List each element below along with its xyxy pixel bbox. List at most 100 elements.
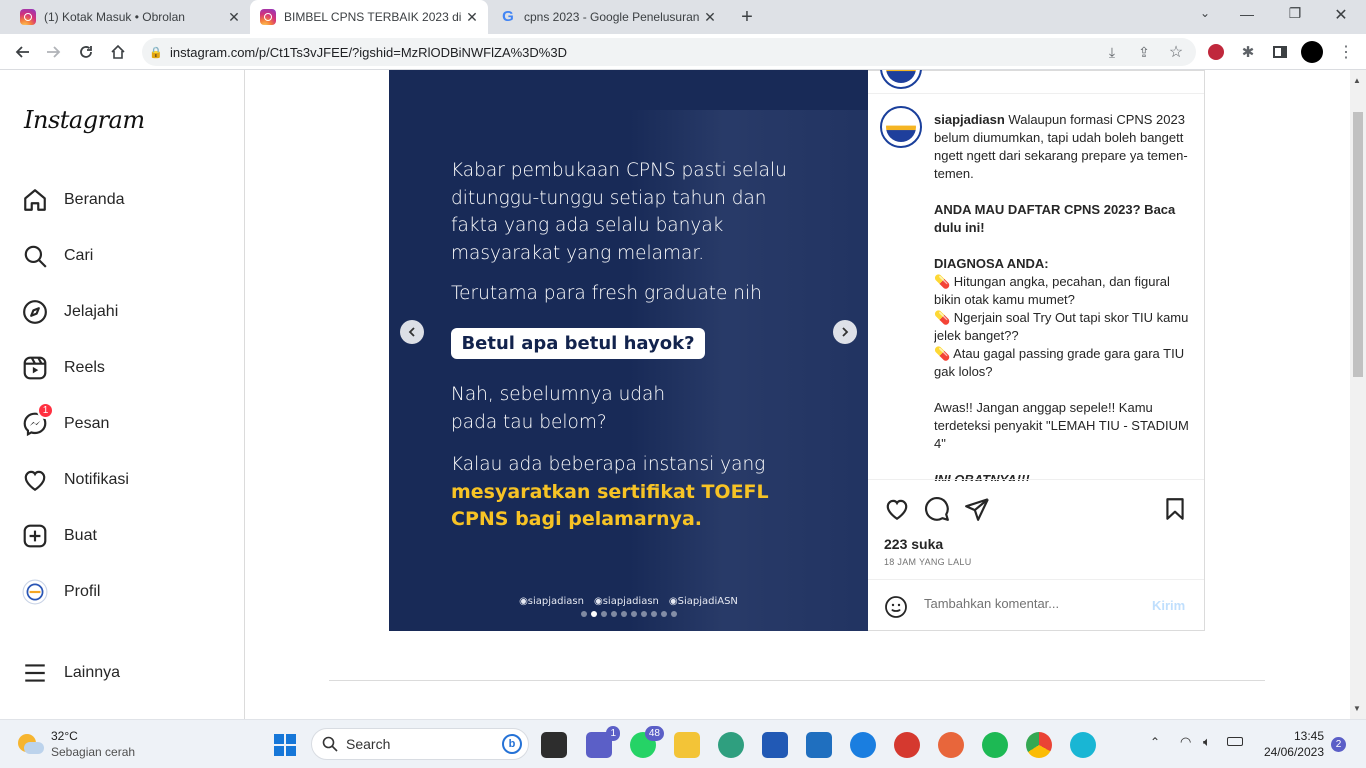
taskbar-search-box[interactable]: Search b <box>311 728 529 760</box>
sidebar-item-label: Profil <box>64 583 101 600</box>
close-tab-icon[interactable]: ✕ <box>226 9 242 26</box>
help-icon[interactable] <box>850 732 876 758</box>
sidebar-item-label: Buat <box>64 527 97 544</box>
weather-description[interactable]: Sebagian cerah <box>51 745 135 759</box>
extension-red-icon[interactable] <box>1200 34 1232 70</box>
side-panel-icon[interactable] <box>1264 34 1296 70</box>
new-tab-button[interactable]: + <box>736 6 758 28</box>
back-icon[interactable] <box>6 34 38 70</box>
instagram-page: Instagram Beranda Cari Jelajahi Reels 1 … <box>0 70 1350 719</box>
sidebar-item-lainnya[interactable]: Lainnya <box>22 653 120 693</box>
save-bookmark-icon[interactable] <box>1162 496 1188 522</box>
carousel-dot <box>610 611 617 617</box>
hamburger-menu-icon <box>25 664 45 682</box>
weather-sun-icon[interactable] <box>16 730 44 758</box>
spotify-icon[interactable] <box>982 732 1008 758</box>
comment-input[interactable] <box>924 596 1144 611</box>
tiktok-handle: ◉siapjadiasn <box>593 596 659 607</box>
clock-date[interactable]: 24/06/2023 <box>1252 745 1324 759</box>
wifi-icon[interactable]: ◠ <box>1180 734 1191 750</box>
emoji-smiley-icon[interactable] <box>884 595 908 619</box>
post-caption: siapjadiasn Walaupun formasi CPNS 2023 b… <box>934 111 1190 481</box>
sidebar-item-reels[interactable]: Reels <box>22 348 105 388</box>
clock-time[interactable]: 13:45 <box>1262 729 1324 743</box>
scroll-down-arrow-icon[interactable]: ▼ <box>1353 704 1361 713</box>
sidebar-item-notifikasi[interactable]: Notifikasi <box>22 460 129 500</box>
tab-google-search[interactable]: G cpns 2023 - Google Penelusuran ✕ <box>490 0 726 34</box>
sidebar-item-profil[interactable]: Profil <box>22 572 100 612</box>
myhp-icon[interactable] <box>806 732 832 758</box>
sidebar-item-jelajahi[interactable]: Jelajahi <box>22 292 118 332</box>
carousel-prev-button[interactable] <box>400 320 424 344</box>
sidebar-item-buat[interactable]: Buat <box>22 516 97 556</box>
share-paper-plane-icon[interactable] <box>964 496 990 522</box>
tab-bimbel-cpns[interactable]: BIMBEL CPNS TERBAIK 2023 di Ir ✕ <box>250 0 488 34</box>
like-count[interactable]: 223 suka <box>884 536 943 552</box>
profile-avatar[interactable] <box>1296 34 1328 70</box>
task-view-icon[interactable] <box>541 732 567 758</box>
forward-icon[interactable] <box>38 34 70 70</box>
firefox-icon[interactable] <box>938 732 964 758</box>
carousel-dots <box>389 611 868 617</box>
like-heart-icon[interactable] <box>884 496 910 522</box>
post-comment-button[interactable]: Kirim <box>1152 598 1185 613</box>
sidebar-item-beranda[interactable]: Beranda <box>22 180 125 220</box>
home-browser-icon[interactable] <box>102 34 134 70</box>
bing-icon[interactable]: b <box>502 734 522 754</box>
caption-line: 💊 Ngerjain soal Try Out tapi skor TIU ka… <box>934 310 1189 343</box>
edge-browser-icon[interactable] <box>718 732 744 758</box>
caption-line: 💊 Atau gagal passing grade gara gara TIU… <box>934 346 1185 379</box>
browser-tab-strip: (1) Kotak Masuk • Obrolan ✕ BIMBEL CPNS … <box>0 0 1366 34</box>
sidebar-item-pesan[interactable]: 1 Pesan <box>22 402 109 444</box>
address-bar[interactable]: 🔒 instagram.com/p/Ct1Ts3vJFEE/?igshid=Mz… <box>142 38 1196 66</box>
volume-icon[interactable]: 🔈︎ <box>1203 734 1211 750</box>
reload-icon[interactable] <box>70 34 102 70</box>
close-tab-icon[interactable]: ✕ <box>702 9 718 26</box>
post-carousel-image[interactable]: Kabar pembukaan CPNS pasti selalu ditung… <box>389 70 868 631</box>
close-tab-icon[interactable]: ✕ <box>464 9 480 26</box>
minimize-window-icon[interactable]: — <box>1236 6 1258 22</box>
canva-icon[interactable] <box>1070 732 1096 758</box>
battery-icon[interactable] <box>1227 737 1243 746</box>
caption-line: ANDA MAU DAFTAR CPNS 2023? Baca dulu ini… <box>934 202 1176 235</box>
chrome-icon[interactable] <box>1026 732 1052 758</box>
tab-instagram-inbox[interactable]: (1) Kotak Masuk • Obrolan ✕ <box>8 0 248 34</box>
caption-avatar[interactable] <box>880 106 922 148</box>
sidebar-item-cari[interactable]: Cari <box>22 236 93 276</box>
lock-icon: 🔒 <box>149 46 163 59</box>
teams-meet-icon[interactable]: 1 <box>586 726 620 758</box>
scroll-up-arrow-icon[interactable]: ▲ <box>1353 76 1361 85</box>
scrollbar-thumb[interactable] <box>1353 112 1363 377</box>
game-app-icon[interactable] <box>894 732 920 758</box>
tab-title: BIMBEL CPNS TERBAIK 2023 di Ir <box>284 10 464 24</box>
restore-window-icon[interactable]: ❐ <box>1284 5 1306 22</box>
tab-search-icon[interactable]: ⌄ <box>1194 6 1216 20</box>
windows-start-icon[interactable] <box>274 734 296 756</box>
header-divider <box>868 93 1204 94</box>
reels-icon <box>23 356 47 380</box>
caption-line <box>934 183 1190 201</box>
microsoft-store-icon[interactable] <box>762 732 788 758</box>
notification-count-badge[interactable]: 2 <box>1331 737 1346 752</box>
url-text[interactable]: instagram.com/p/Ct1Ts3vJFEE/?igshid=MzRl… <box>170 45 567 60</box>
show-hidden-icons-chevron-icon[interactable]: ⌃ <box>1150 735 1160 749</box>
install-app-icon[interactable]: ⤓ <box>1096 34 1128 70</box>
weather-temperature[interactable]: 32°C <box>51 729 78 743</box>
header-avatar[interactable] <box>880 70 922 89</box>
carousel-dot <box>630 611 637 617</box>
sidebar-item-label: Reels <box>64 359 105 376</box>
whatsapp-icon[interactable]: 48 <box>630 726 664 758</box>
caption-username[interactable]: siapjadiasn <box>934 112 1005 127</box>
carousel-next-button[interactable] <box>833 320 857 344</box>
meet-badge: 1 <box>606 726 620 741</box>
instagram-logo[interactable]: Instagram <box>24 106 145 134</box>
share-icon[interactable]: ⇪ <box>1128 34 1160 70</box>
comment-icon[interactable] <box>924 496 950 522</box>
close-window-icon[interactable]: ✕ <box>1330 5 1352 25</box>
page-scrollbar[interactable]: ▲ ▼ <box>1350 70 1366 719</box>
file-explorer-icon[interactable] <box>674 732 700 758</box>
menu-kebab-icon[interactable]: ⋮ <box>1330 34 1362 70</box>
extensions-puzzle-icon[interactable]: ✱ <box>1232 34 1264 70</box>
bookmark-star-icon[interactable]: ☆ <box>1160 34 1192 70</box>
carousel-dot <box>580 611 587 617</box>
